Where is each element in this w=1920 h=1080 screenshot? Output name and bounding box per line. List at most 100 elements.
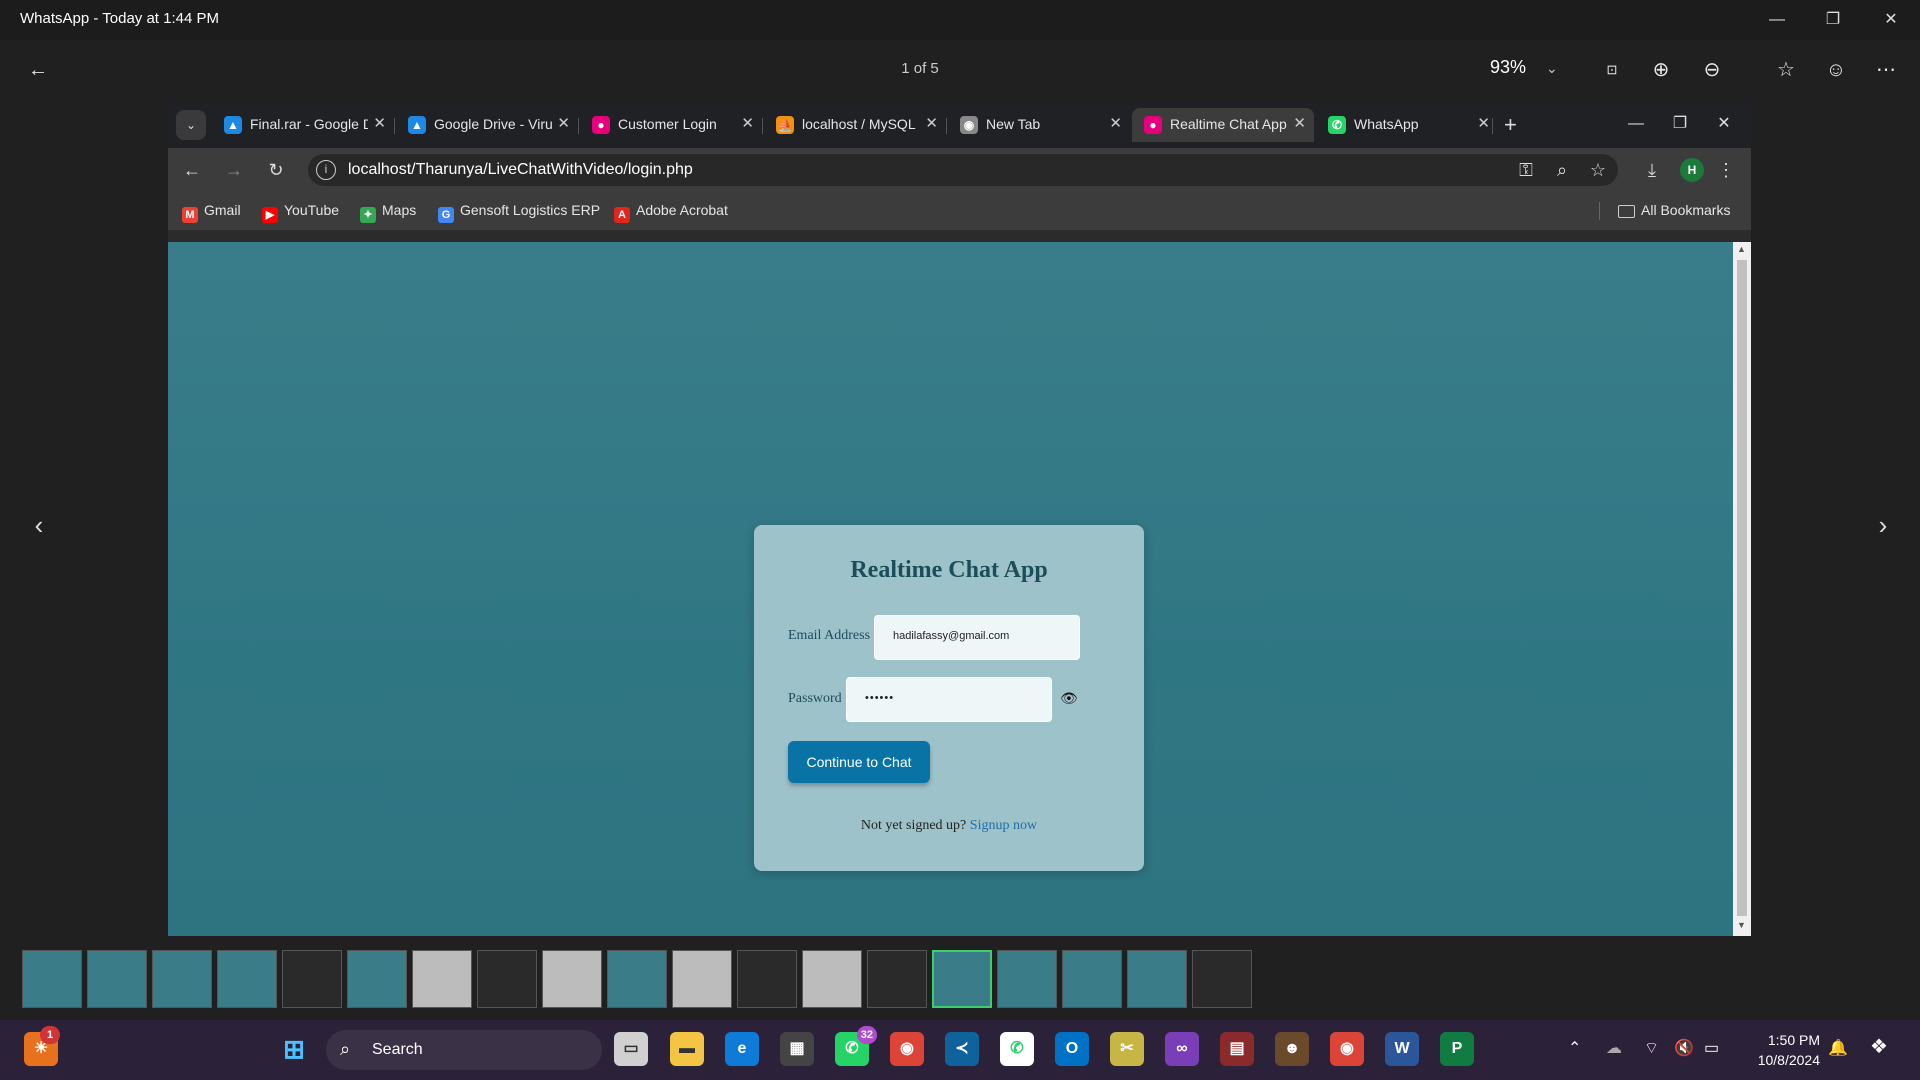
whatsapp-icon[interactable]: ✆ 32	[835, 1026, 877, 1066]
password-field[interactable]: ••••••	[846, 677, 1052, 722]
tab[interactable]: ▲ Google Drive - Virus scan ✕	[396, 108, 578, 142]
thumbnail[interactable]	[217, 950, 277, 1008]
url-input[interactable]: i localhost/Tharunya/LiveChatWithVideo/l…	[308, 154, 1618, 186]
thumbnail[interactable]	[282, 950, 342, 1008]
tab[interactable]: ◉ New Tab ✕	[948, 108, 1130, 142]
close-tab-icon[interactable]: ✕	[557, 114, 570, 132]
close-button[interactable]: ✕	[1868, 6, 1914, 34]
more-icon[interactable]: ⋯	[1872, 56, 1900, 84]
close-tab-icon[interactable]: ✕	[373, 114, 386, 132]
word-icon[interactable]: W	[1385, 1032, 1419, 1066]
close-tab-icon[interactable]: ✕	[1293, 114, 1306, 132]
thumbnail[interactable]	[412, 950, 472, 1008]
windows-start-icon[interactable]: ⊞	[277, 1032, 311, 1066]
forward-icon[interactable]: →	[222, 158, 246, 182]
tab[interactable]: ✆ WhatsApp ✕	[1316, 108, 1498, 142]
tab[interactable]: ▲ Final.rar - Google Drive ✕	[212, 108, 394, 142]
project-icon[interactable]: P	[1440, 1032, 1474, 1066]
close-tab-icon[interactable]: ✕	[1109, 114, 1122, 132]
bookmark-star-icon[interactable]: ☆	[1586, 158, 1610, 182]
thumbnail[interactable]	[1127, 950, 1187, 1008]
volume-mute-icon[interactable]: 🔇	[1674, 1038, 1694, 1058]
thumbnail[interactable]	[997, 950, 1057, 1008]
whatsapp-web-icon[interactable]: ✆	[1000, 1032, 1034, 1066]
site-info-icon[interactable]: i	[316, 160, 336, 180]
bookmark-gmail[interactable]: M Gmail	[182, 202, 241, 223]
onedrive-icon[interactable]: ☁	[1606, 1038, 1622, 1058]
tab[interactable]: ● Customer Login ✕	[580, 108, 762, 142]
thumbnail[interactable]	[802, 950, 862, 1008]
emoji-icon[interactable]: ☺	[1822, 56, 1850, 84]
restore-button[interactable]: ❐	[1810, 6, 1856, 34]
weather-icon[interactable]: ☀ 1	[24, 1026, 60, 1066]
eye-icon[interactable]: 👁	[1060, 691, 1078, 708]
thumbnail-selected[interactable]	[932, 950, 992, 1008]
thumbnail[interactable]	[1062, 950, 1122, 1008]
snipping-icon[interactable]: ✂	[1110, 1032, 1144, 1066]
zoom-out-icon[interactable]: ⊖	[1698, 56, 1726, 84]
notification-bell-icon[interactable]: 🔔	[1828, 1038, 1848, 1058]
edge-icon[interactable]: e	[725, 1032, 759, 1066]
bookmark-youtube[interactable]: ▶ YouTube	[262, 202, 339, 223]
download-icon[interactable]: ⤓	[1640, 158, 1664, 182]
system-clock[interactable]: 1:50 PM 10/8/2024	[1740, 1030, 1820, 1070]
zoom-icon[interactable]: ⌕	[1550, 158, 1574, 182]
next-image-icon[interactable]: ›	[1868, 510, 1898, 540]
thumbnail[interactable]	[347, 950, 407, 1008]
all-bookmarks[interactable]: All Bookmarks	[1618, 202, 1730, 218]
app-photo-icon[interactable]: ☻	[1275, 1032, 1309, 1066]
visual-studio-icon[interactable]: ∞	[1165, 1032, 1199, 1066]
bookmark-acrobat[interactable]: A Adobe Acrobat	[614, 202, 728, 223]
vscode-icon[interactable]: ≺	[945, 1032, 979, 1066]
thumbnail[interactable]	[867, 950, 927, 1008]
thumbnail[interactable]	[477, 950, 537, 1008]
store-icon[interactable]: ▦	[780, 1032, 814, 1066]
signup-link[interactable]: Signup now	[970, 818, 1037, 833]
minimize-button[interactable]: —	[1754, 6, 1800, 34]
close-tab-icon[interactable]: ✕	[741, 114, 754, 132]
previous-image-icon[interactable]: ‹	[24, 510, 54, 540]
search-input[interactable]: ⌕ Search	[326, 1030, 602, 1070]
winrar-icon[interactable]: ▤	[1220, 1032, 1254, 1066]
back-icon[interactable]: ←	[180, 158, 204, 182]
password-key-icon[interactable]: ⚿	[1514, 158, 1538, 182]
tab[interactable]: ⛵ localhost / MySQL ✕	[764, 108, 946, 142]
menu-icon[interactable]: ⋮	[1714, 158, 1738, 182]
chrome-icon[interactable]: ◉	[890, 1032, 924, 1066]
close-tab-icon[interactable]: ✕	[925, 114, 938, 132]
outlook-icon[interactable]: O	[1055, 1032, 1089, 1066]
avatar[interactable]: H	[1680, 158, 1704, 182]
thumbnail[interactable]	[22, 950, 82, 1008]
email-field[interactable]: hadilafassy@gmail.com	[874, 615, 1080, 660]
thumbnail[interactable]	[1192, 950, 1252, 1008]
chevron-up-icon[interactable]: ⌃	[1568, 1038, 1581, 1058]
continue-to-chat-button[interactable]: Continue to Chat	[788, 741, 930, 783]
file-explorer-icon[interactable]: ▬	[670, 1032, 704, 1066]
tab-active[interactable]: ● Realtime Chat App ✕	[1132, 108, 1314, 142]
thumbnail[interactable]	[542, 950, 602, 1008]
thumbnail[interactable]	[737, 950, 797, 1008]
chevron-down-icon[interactable]: ⌄	[1546, 60, 1558, 77]
bookmark-maps[interactable]: ✦ Maps	[360, 202, 416, 223]
bookmark-gensoft[interactable]: G Gensoft Logistics ERP	[438, 202, 600, 223]
star-icon[interactable]: ☆	[1772, 56, 1800, 84]
scrollbar[interactable]: ▲ ▼	[1733, 242, 1751, 936]
back-arrow-icon[interactable]: ←	[24, 56, 52, 84]
zoom-level[interactable]: 93%	[1490, 57, 1526, 78]
tab-list-icon[interactable]: ⌄	[176, 110, 206, 140]
chrome-profile-icon[interactable]: ◉	[1330, 1032, 1364, 1066]
thumbnail[interactable]	[152, 950, 212, 1008]
thumbnail[interactable]	[672, 950, 732, 1008]
browser-close-button[interactable]: ✕	[1702, 110, 1746, 138]
zoom-in-icon[interactable]: ⊕	[1647, 56, 1675, 84]
close-tab-icon[interactable]: ✕	[1477, 114, 1490, 132]
browser-restore-button[interactable]: ❐	[1658, 110, 1702, 138]
thumbnail[interactable]	[607, 950, 667, 1008]
browser-minimize-button[interactable]: —	[1614, 110, 1658, 138]
thumbnail[interactable]	[87, 950, 147, 1008]
wifi-icon[interactable]: ⌔	[1644, 1038, 1659, 1058]
new-tab-icon[interactable]: +	[1504, 112, 1517, 138]
reload-icon[interactable]: ↻	[264, 158, 288, 182]
scrollbar-thumb[interactable]	[1737, 260, 1747, 916]
copilot-icon[interactable]: ❖	[1870, 1034, 1888, 1059]
